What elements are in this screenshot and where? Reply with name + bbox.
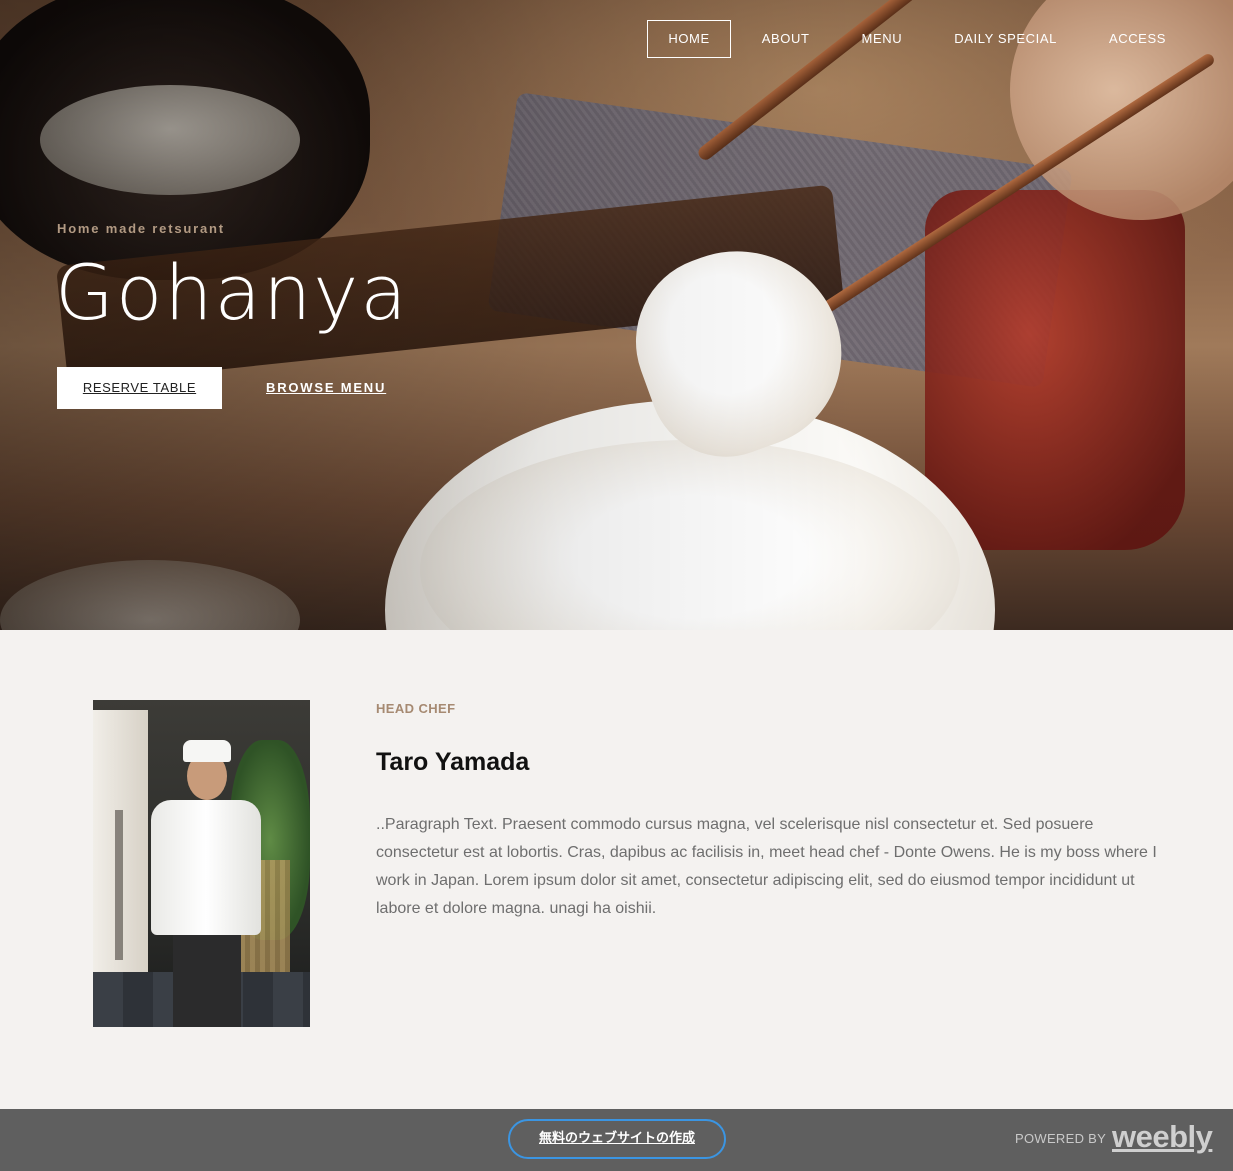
site-title: Gohanya <box>55 248 409 337</box>
chef-name: Taro Yamada <box>376 748 530 776</box>
reserve-table-button[interactable]: RESERVE TABLE <box>57 367 222 409</box>
chef-photo <box>93 700 310 1027</box>
nav-item-home[interactable]: HOME <box>647 20 731 58</box>
browse-menu-link[interactable]: BROWSE MENU <box>266 380 386 395</box>
hero-tagline: Home made retsurant <box>57 221 225 236</box>
weebly-logo[interactable]: weebly <box>1112 1119 1213 1155</box>
chef-photo-hat <box>183 740 231 762</box>
hero-banner: HOME ABOUT MENU DAILY SPECIAL ACCESS Hom… <box>0 0 1233 630</box>
chef-photo-coat <box>151 800 261 935</box>
chef-photo-noren-lettering <box>115 810 123 960</box>
footer-bar: 無料のウェブサイトの作成 POWERED BY weebly <box>0 1109 1233 1171</box>
chef-bio: ..Paragraph Text. Praesent commodo cursu… <box>376 816 1157 917</box>
nav-item-menu[interactable]: MENU <box>841 20 924 58</box>
nav-item-daily-special[interactable]: DAILY SPECIAL <box>933 20 1078 58</box>
main-nav: HOME ABOUT MENU DAILY SPECIAL ACCESS <box>637 20 1187 58</box>
nav-item-access[interactable]: ACCESS <box>1088 20 1187 58</box>
powered-by-label: POWERED BY <box>1015 1131 1107 1146</box>
chef-photo-legs <box>173 932 241 1027</box>
nav-item-about[interactable]: ABOUT <box>741 20 831 58</box>
create-website-button[interactable]: 無料のウェブサイトの作成 <box>508 1119 726 1159</box>
chef-role-label: HEAD CHEF <box>376 701 456 716</box>
